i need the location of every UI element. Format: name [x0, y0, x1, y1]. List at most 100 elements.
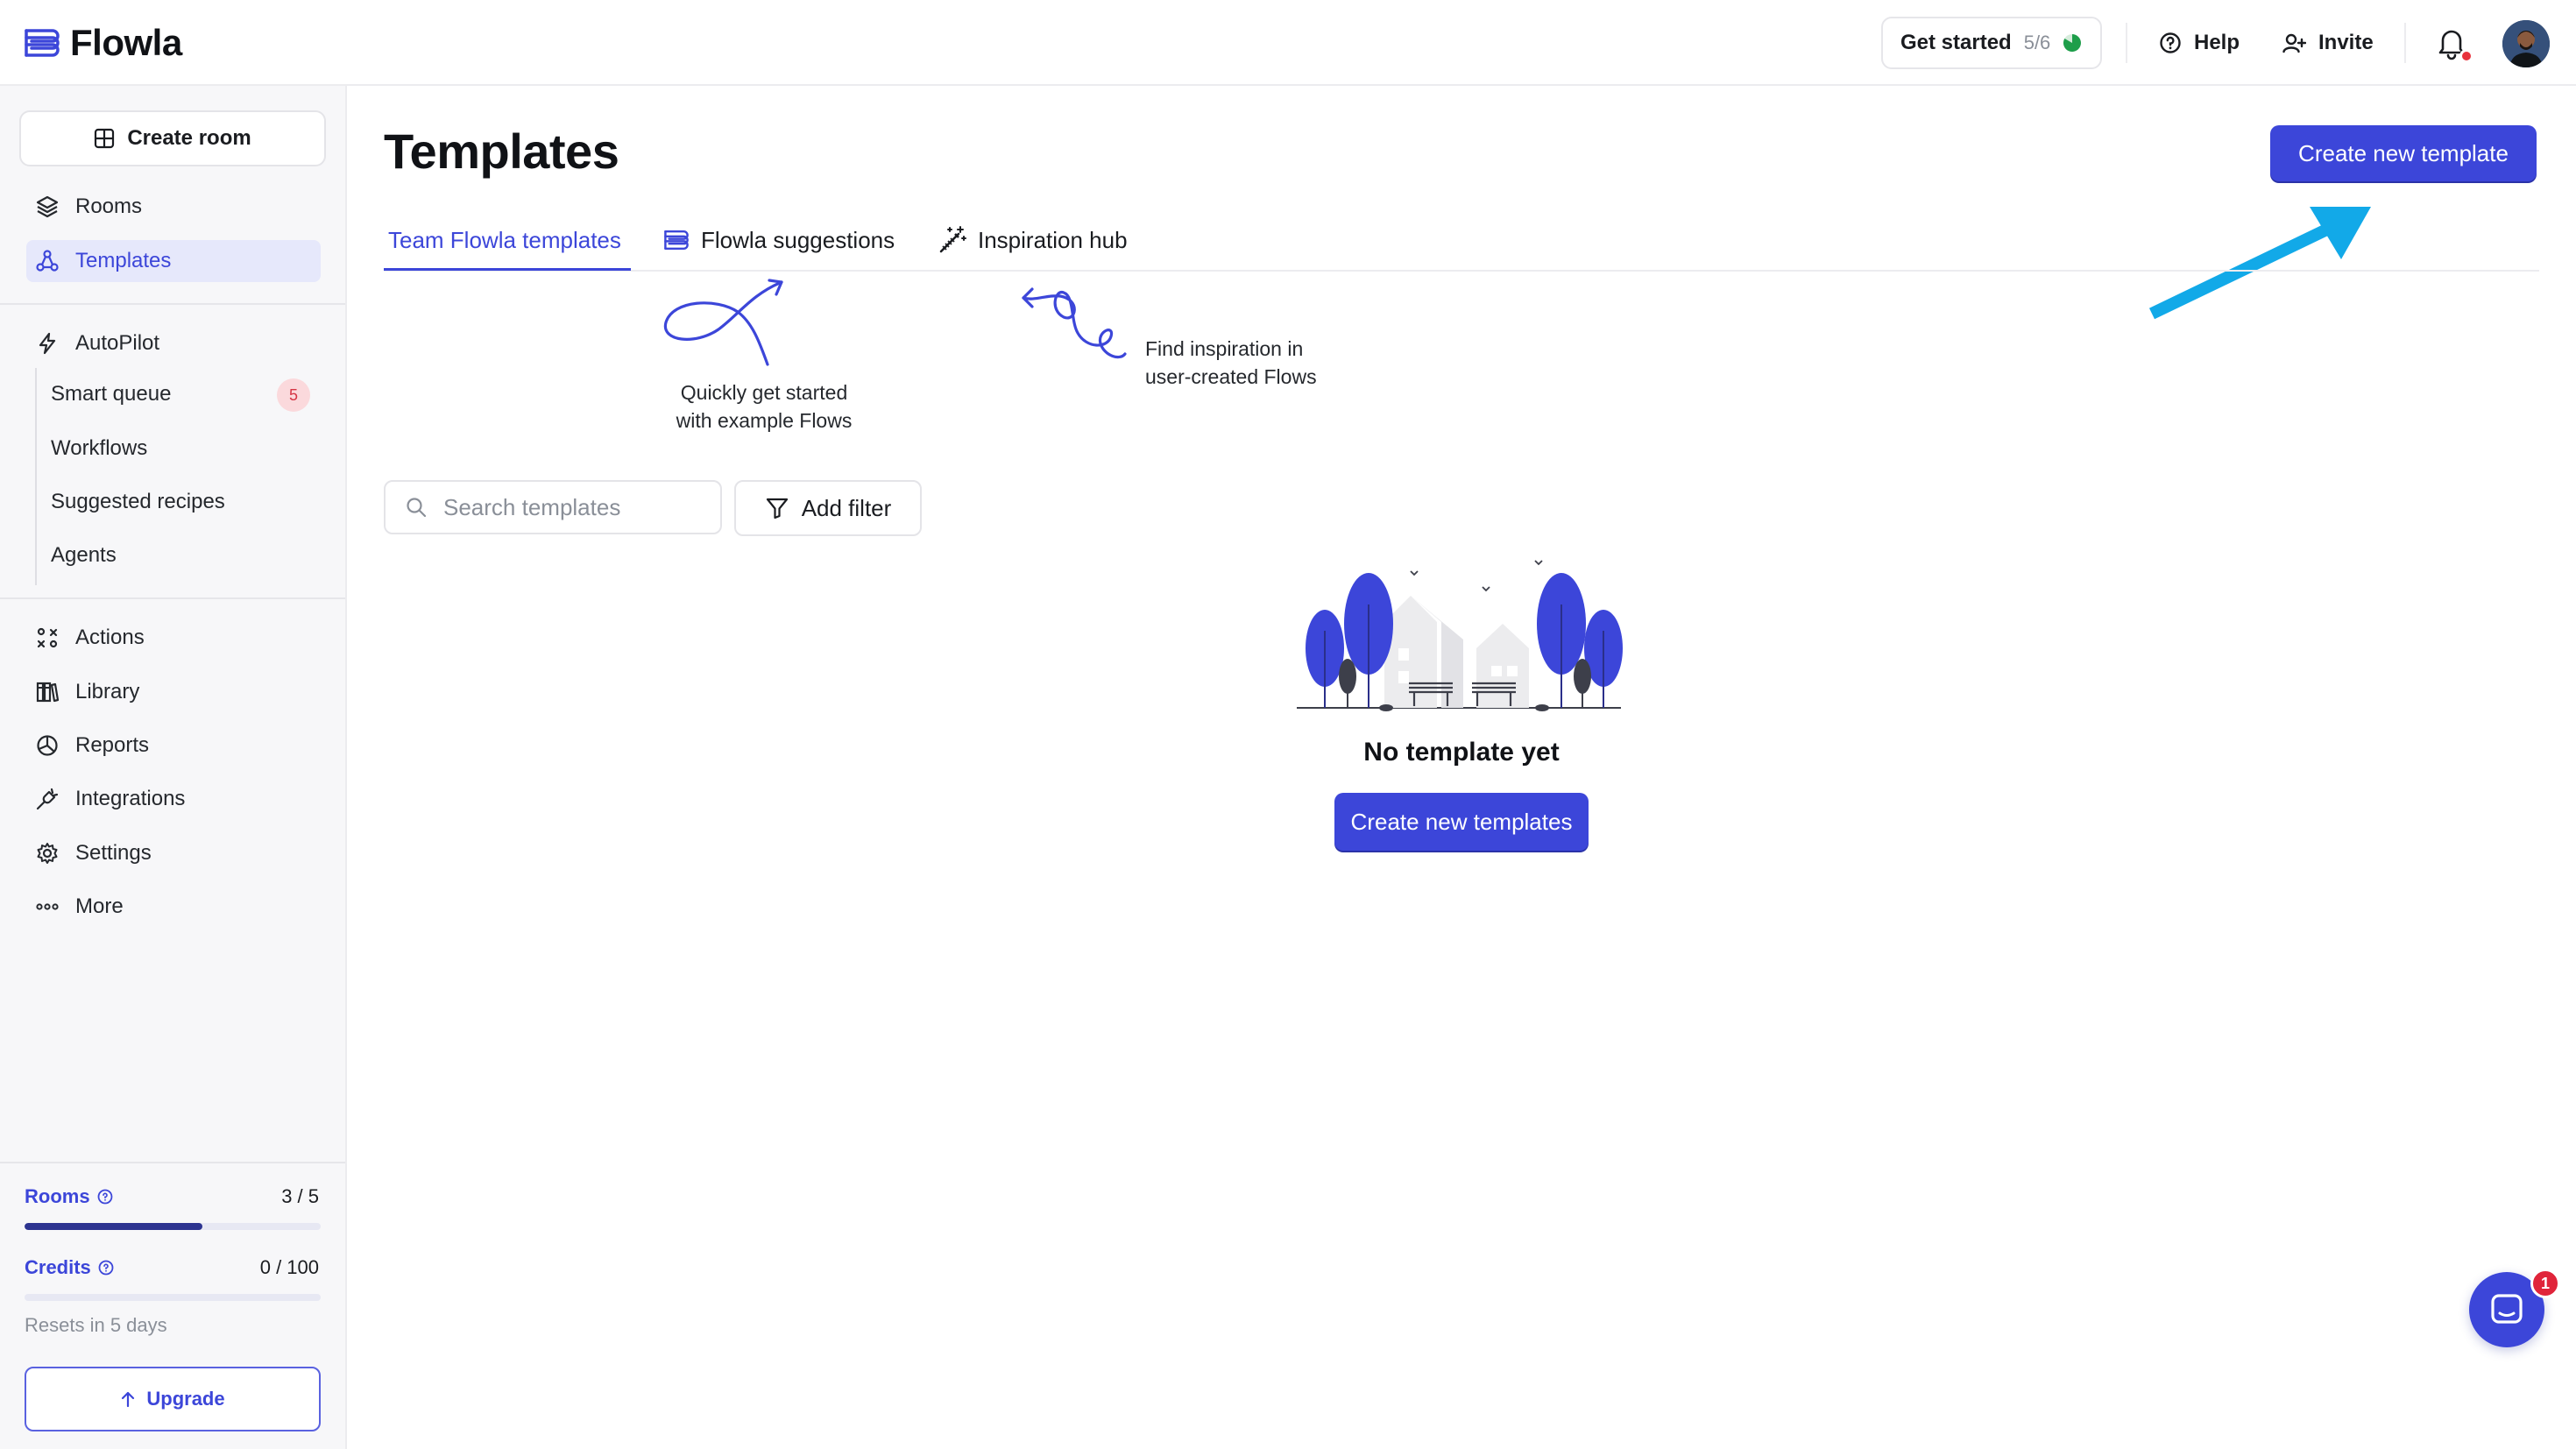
tab-team-flowla-templates[interactable]: Team Flowla templates — [388, 223, 621, 258]
tab-label: Flowla suggestions — [701, 226, 895, 253]
sidebar-item-reports[interactable]: Reports — [26, 724, 321, 767]
sidebar-item-actions[interactable]: Actions — [26, 617, 321, 659]
brand-name: Flowla — [70, 22, 182, 63]
sidebar-item-library[interactable]: Library — [26, 671, 321, 713]
flowla-logo-icon — [662, 228, 690, 252]
sidebar-item-settings[interactable]: Settings — [26, 832, 321, 874]
divider — [0, 303, 345, 305]
app-root: Flowla Get started 5/6 Help Invite Creat… — [0, 0, 2576, 1449]
sidebar-item-label: Reports — [75, 733, 150, 757]
sidebar-item-label: Suggested recipes — [51, 490, 225, 513]
quota-label-text: Credits — [25, 1256, 91, 1278]
arrow-up-icon — [120, 1390, 136, 1408]
help-button[interactable]: Help — [2159, 26, 2240, 60]
library-icon — [35, 680, 60, 704]
magic-wand-icon — [938, 225, 967, 255]
quota-label-text: Rooms — [25, 1185, 90, 1207]
get-started-button[interactable]: Get started 5/6 — [1881, 17, 2102, 69]
tab-inspiration-hub[interactable]: Inspiration hub — [938, 223, 1128, 258]
tab-label: Team Flowla templates — [388, 226, 621, 253]
user-avatar[interactable] — [2502, 20, 2550, 67]
divider — [0, 1162, 345, 1163]
sidebar-item-templates[interactable]: Templates — [26, 240, 321, 282]
divider — [2126, 23, 2127, 63]
search-input[interactable] — [443, 493, 706, 521]
plug-icon — [35, 787, 60, 811]
divider — [0, 597, 345, 599]
pie-chart-icon — [35, 733, 60, 758]
credits-quota-bar — [25, 1294, 321, 1301]
sidebar-item-agents[interactable]: Agents — [51, 534, 314, 576]
create-room-button[interactable]: Create room — [19, 110, 326, 166]
sidebar-item-label: Library — [75, 680, 140, 703]
hint-line: Quickly get started — [680, 381, 848, 404]
templates-icon — [35, 249, 60, 273]
hint-line: with example Flows — [676, 409, 853, 432]
notification-dot — [2459, 49, 2473, 63]
sidebar-item-autopilot[interactable]: AutoPilot — [26, 322, 321, 364]
create-new-templates-button[interactable]: Create new templates — [1334, 793, 1589, 851]
sidebar-item-label: Agents — [51, 543, 117, 567]
help-label: Help — [2194, 31, 2240, 54]
chat-bubble-icon — [2488, 1290, 2526, 1329]
add-filter-label: Add filter — [801, 494, 892, 521]
sidebar-item-workflows[interactable]: Workflows — [51, 428, 314, 470]
more-icon — [35, 894, 60, 919]
info-icon — [97, 1189, 113, 1205]
invite-label: Invite — [2318, 31, 2374, 54]
rooms-quota-bar — [25, 1223, 321, 1230]
annotation-arrow-icon — [2148, 207, 2371, 320]
flowla-logo-icon — [23, 25, 61, 60]
divider — [2404, 23, 2406, 63]
filter-funnel-icon — [765, 496, 789, 520]
get-started-progress: 5/6 — [2023, 32, 2051, 53]
brand-logo[interactable]: Flowla — [23, 21, 182, 65]
rooms-quota-fill — [25, 1223, 202, 1230]
loopy-arrow-icon — [1022, 287, 1127, 359]
page-title: Templates — [384, 124, 619, 179]
tab-flowla-suggestions[interactable]: Flowla suggestions — [662, 223, 895, 258]
sidebar-item-integrations[interactable]: Integrations — [26, 778, 321, 820]
suggestions-hint: Quickly get started with example Flows — [659, 378, 869, 435]
invite-button[interactable]: Invite — [2282, 26, 2374, 60]
layers-icon — [35, 194, 60, 219]
upgrade-button[interactable]: Upgrade — [25, 1367, 321, 1431]
submenu-guide-line — [35, 368, 37, 585]
gear-icon — [35, 841, 60, 866]
tabs-divider — [384, 270, 2539, 272]
hint-line: Find inspiration in — [1145, 337, 1304, 360]
credits-reset-text: Resets in 5 days — [25, 1314, 167, 1336]
empty-state-title: No template yet — [1363, 738, 1560, 767]
sidebar-item-smart-queue[interactable]: Smart queue — [51, 373, 314, 415]
sidebar-item-label: Actions — [75, 626, 145, 649]
get-started-label: Get started — [1900, 31, 2012, 54]
sidebar-item-label: Settings — [75, 841, 152, 865]
sidebar-item-suggested-recipes[interactable]: Suggested recipes — [51, 481, 314, 523]
sidebar-item-label: AutoPilot — [75, 331, 160, 355]
credits-quota-value: 0 / 100 — [259, 1256, 319, 1278]
sidebar-item-more[interactable]: More — [26, 886, 321, 928]
rooms-quota-label[interactable]: Rooms — [25, 1185, 113, 1208]
empty-state-illustration — [1297, 560, 1623, 711]
add-filter-button[interactable]: Add filter — [734, 480, 922, 536]
create-new-template-button[interactable]: Create new template — [2270, 125, 2537, 181]
sidebar-item-label: More — [75, 894, 124, 918]
sidebar-item-label: Smart queue — [51, 382, 172, 406]
add-user-icon — [2282, 32, 2306, 54]
hint-line: user-created Flows — [1145, 365, 1317, 388]
chat-unread-badge: 1 — [2530, 1269, 2560, 1298]
sidebar-item-label: Templates — [75, 249, 172, 272]
info-icon — [98, 1260, 114, 1276]
upgrade-label: Upgrade — [146, 1388, 225, 1410]
credits-quota-label[interactable]: Credits — [25, 1256, 114, 1279]
tab-label: Inspiration hub — [978, 226, 1128, 253]
sidebar-item-label: Rooms — [75, 194, 143, 218]
help-circle-icon — [2159, 32, 2182, 54]
rooms-quota-value: 3 / 5 — [281, 1185, 319, 1207]
lightning-icon — [35, 331, 60, 356]
actions-icon — [35, 626, 60, 650]
sidebar-item-rooms[interactable]: Rooms — [26, 186, 321, 228]
progress-pie-icon — [2063, 33, 2082, 53]
top-bar: Flowla Get started 5/6 Help Invite — [0, 0, 2576, 86]
search-field[interactable] — [384, 480, 722, 534]
